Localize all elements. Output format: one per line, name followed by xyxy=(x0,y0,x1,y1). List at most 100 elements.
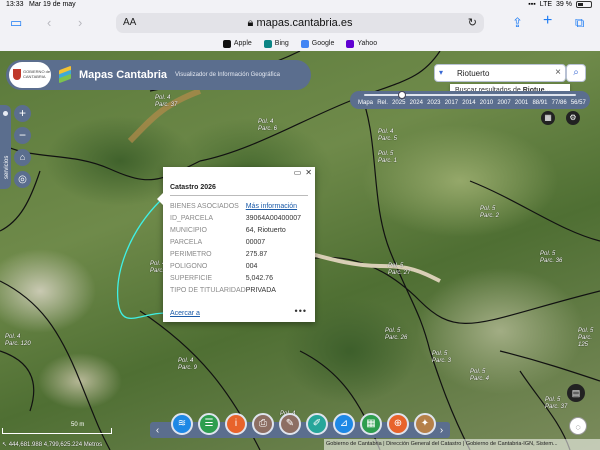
attribute-row: PARCELA 00007 xyxy=(170,236,301,248)
bookmark-yahoo[interactable]: Yahoo xyxy=(346,39,378,48)
zoom-to-link[interactable]: Acercar a xyxy=(170,310,200,317)
bookmark-label: Apple xyxy=(233,40,252,47)
parcel-number: Parc. 5 xyxy=(378,136,398,142)
more-info-link[interactable]: Más información xyxy=(246,203,297,210)
ruler-icon: ⊿ xyxy=(339,418,349,429)
attribute-key: PERIMETRO xyxy=(170,250,212,258)
draw-tool[interactable]: ✐ xyxy=(306,413,328,435)
attribute-key: MUNICIPIO xyxy=(170,226,207,234)
grid-tool[interactable]: ▦ xyxy=(360,413,382,435)
home-button[interactable]: ⌂ xyxy=(14,149,31,166)
back-icon[interactable]: ‹ xyxy=(47,14,51,32)
polygon-number: Pol. 5 xyxy=(432,351,448,357)
timeline-label[interactable]: 2017 xyxy=(445,100,458,106)
attribute-value: 004 xyxy=(245,262,258,270)
bookmark-label: Yahoo xyxy=(357,40,378,47)
toolbar-next-icon[interactable]: › xyxy=(436,424,447,437)
search-type-dropdown[interactable]: ▾ xyxy=(439,68,443,77)
parcel-number: Parc. 3 xyxy=(432,358,452,364)
popup-title: Catastro 2026 xyxy=(170,184,216,191)
layers-tool[interactable]: ≋ xyxy=(171,413,193,435)
timeline-label[interactable]: 2014 xyxy=(462,100,475,106)
timeline-label[interactable]: 88/91 xyxy=(532,100,547,106)
timeline-slider[interactable]: Mapa Rel. 2025 2024 2023 2017 2014 2010 2007 2001… xyxy=(350,91,590,109)
legend-tool[interactable]: ☰ xyxy=(198,413,220,435)
bookmark-bing[interactable]: Bing xyxy=(263,39,289,48)
bookmark-label: Google xyxy=(311,40,335,47)
reload-icon[interactable]: ↻ xyxy=(468,16,477,29)
parcel-number: Parc. 9 xyxy=(178,365,198,371)
search-input[interactable]: Riotuerto xyxy=(457,69,489,78)
popup-divider xyxy=(170,195,308,196)
polygon-number: Pol. 4 xyxy=(178,358,194,364)
timeline-label[interactable]: 2025 xyxy=(392,100,405,106)
zoom-in-button[interactable]: + xyxy=(14,105,31,122)
layers-icon: ≋ xyxy=(177,418,187,429)
bookmark-apple[interactable]: Apple xyxy=(222,39,252,48)
new-tab-icon[interactable]: + xyxy=(543,12,552,30)
table-button[interactable]: ▤ xyxy=(567,384,585,402)
map-view[interactable]: Pol. 4 Parc. 37 Pol. 4 Parc. 6 Pol. 4 Parc. 5… xyxy=(0,51,600,450)
cantabria-logo[interactable]: GOBIERNO de CANTABRIA xyxy=(9,62,51,88)
timeline-label[interactable]: 2024 xyxy=(410,100,423,106)
dock-icon[interactable]: ▭ xyxy=(294,168,302,177)
address-bar[interactable]: AA 🔒︎ mapas.cantabria.es ↻ xyxy=(116,13,484,33)
info-tool[interactable]: i xyxy=(225,413,247,435)
timeline-label[interactable]: 2023 xyxy=(427,100,440,106)
timeline-labels: Mapa Rel. 2025 2024 2023 2017 2014 2010 2007 2001… xyxy=(358,100,586,106)
timeline-label[interactable]: Mapa xyxy=(358,100,373,106)
pointer-icon: ↖ xyxy=(2,442,9,448)
locate-button[interactable]: ◎ xyxy=(14,171,31,188)
parcel-label: Pol. 5 Parc. 4 xyxy=(470,369,489,383)
timeline-label[interactable]: 2007 xyxy=(497,100,510,106)
signal-icon: ▪▪▪ xyxy=(528,1,536,8)
close-icon[interactable]: ✕ xyxy=(305,168,312,177)
tabs-icon[interactable]: ⧉ xyxy=(575,14,584,32)
visibility-toggle[interactable]: ◌ xyxy=(569,417,587,435)
document-icon: ✎ xyxy=(285,418,295,429)
timeline-label[interactable]: 56/57 xyxy=(571,100,586,106)
parcel-number: Parc. 37 xyxy=(155,102,178,108)
measure-tool[interactable]: ⊿ xyxy=(333,413,355,435)
compass-tool[interactable]: ✦ xyxy=(414,413,436,435)
yahoo-icon xyxy=(346,39,355,48)
timeline-track[interactable] xyxy=(364,94,576,96)
popup-controls: ▭ ✕ xyxy=(294,168,312,177)
plus-icon: + xyxy=(18,106,26,120)
bookmark-google[interactable]: Google xyxy=(300,39,335,48)
timeline-label[interactable]: 2001 xyxy=(515,100,528,106)
settings-button[interactable]: ⚙ xyxy=(566,111,580,125)
minus-icon: − xyxy=(18,128,26,142)
grid-icon: ▦ xyxy=(544,113,552,122)
parcel-label: Pol. 4 Parc. 5 xyxy=(378,129,397,143)
search-button[interactable]: ⌕ xyxy=(566,64,586,82)
timeline-handle[interactable] xyxy=(398,91,406,99)
toolbar-prev-icon[interactable]: ‹ xyxy=(152,424,163,437)
sidebar-toggle-icon[interactable]: ▭ xyxy=(10,14,22,32)
grid-icon: ▦ xyxy=(366,418,376,429)
crosshair-icon: ⊕ xyxy=(393,418,403,429)
zoom-out-button[interactable]: − xyxy=(14,127,31,144)
locate-tool[interactable]: ⊕ xyxy=(387,413,409,435)
parcel-number: Parc. 37 xyxy=(545,404,568,410)
more-options-icon[interactable]: ••• xyxy=(295,306,307,316)
google-icon xyxy=(300,39,309,48)
parcel-number: Parc. 26 xyxy=(385,335,408,341)
timeline-label[interactable]: 2010 xyxy=(480,100,493,106)
services-panel-tab[interactable]: servicios xyxy=(0,105,11,189)
clear-icon[interactable]: × xyxy=(555,67,561,78)
share-icon[interactable]: ⇪ xyxy=(512,14,523,32)
battery-icon xyxy=(576,1,592,8)
pencil-icon: ✐ xyxy=(312,418,322,429)
timeline-label[interactable]: 77/86 xyxy=(552,100,567,106)
search-box[interactable]: ▾ Riotuerto × xyxy=(434,64,566,82)
print-tool[interactable]: ⎙ xyxy=(252,413,274,435)
timeline-label[interactable]: Rel. xyxy=(377,100,388,106)
report-tool[interactable]: ✎ xyxy=(279,413,301,435)
status-date: Mar 19 de may xyxy=(29,1,76,8)
logo-text: GOBIERNO de CANTABRIA xyxy=(23,69,51,79)
grid-view-button[interactable]: ▦ xyxy=(541,111,555,125)
info-icon: i xyxy=(234,418,238,429)
parcel-label: Pol. 5 Parc. 37 xyxy=(545,397,567,411)
forward-icon[interactable]: › xyxy=(78,14,82,32)
